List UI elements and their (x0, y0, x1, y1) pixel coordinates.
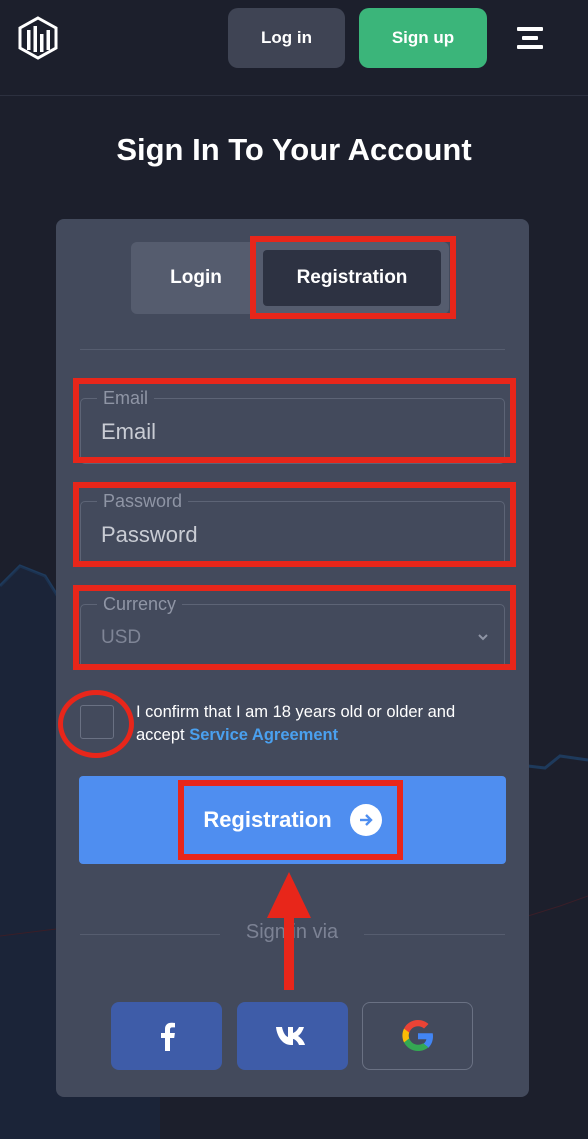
highlight-checkbox-circle (58, 690, 134, 758)
arrow-right-icon (349, 804, 382, 836)
registration-submit-label: Registration (203, 807, 332, 832)
top-header: Log in Sign up (0, 0, 588, 96)
password-legend: Password (97, 491, 189, 512)
currency-select[interactable]: Currency USD (80, 594, 505, 670)
google-icon (401, 1020, 433, 1051)
chevron-down-icon (478, 634, 488, 641)
password-field[interactable]: Password Password (80, 491, 505, 567)
tab-login[interactable]: Login (131, 242, 261, 314)
age-confirm-label: I confirm that I am 18 years old or olde… (136, 701, 496, 747)
registration-submit-button[interactable]: Registration (79, 776, 506, 864)
google-login-button[interactable] (362, 1002, 473, 1070)
facebook-login-button[interactable] (111, 1002, 222, 1070)
divider-left (80, 934, 220, 935)
service-agreement-link[interactable]: Service Agreement (189, 726, 338, 744)
divider-right (364, 934, 505, 935)
email-legend: Email (97, 388, 155, 409)
hamburger-menu-icon[interactable] (517, 25, 543, 51)
tab-registration[interactable]: Registration (263, 250, 441, 306)
arrow-up-annotation-icon (267, 872, 311, 990)
bars-chart-logo-icon[interactable] (18, 16, 58, 60)
header-login-button[interactable]: Log in (228, 8, 345, 68)
currency-legend: Currency (97, 594, 183, 615)
page-title: Sign In To Your Account (116, 132, 472, 167)
email-field[interactable]: Email Email (80, 388, 505, 464)
divider (80, 349, 505, 350)
vk-icon (275, 1027, 305, 1045)
password-input[interactable]: Password (101, 522, 198, 548)
email-input[interactable]: Email (101, 419, 156, 445)
facebook-icon (160, 1022, 175, 1051)
auth-tabs: Login Registration (131, 242, 449, 314)
vk-login-button[interactable] (237, 1002, 348, 1070)
header-signup-button[interactable]: Sign up (359, 8, 487, 68)
currency-selected-value: USD (101, 627, 142, 648)
